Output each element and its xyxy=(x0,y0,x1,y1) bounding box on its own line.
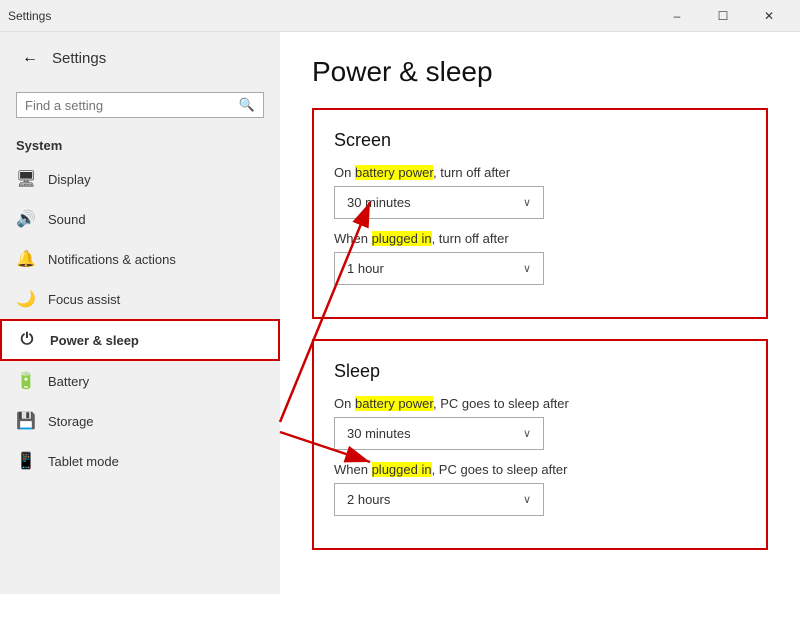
sidebar-item-label: Power & sleep xyxy=(50,333,139,348)
display-icon: 🖥 xyxy=(16,169,34,189)
battery-power-highlight: battery power xyxy=(355,165,433,180)
sidebar-section-label: System xyxy=(0,126,280,159)
screen-battery-dropdown[interactable]: 30 minutes ∨ xyxy=(334,186,544,219)
sidebar-item-tablet[interactable]: 📱 Tablet mode xyxy=(0,441,280,481)
chevron-down-icon: ∨ xyxy=(523,262,531,275)
screen-battery-row: On battery power, turn off after 30 minu… xyxy=(334,165,746,219)
close-button[interactable]: ✕ xyxy=(746,0,792,32)
sidebar-item-battery[interactable]: 🔋 Battery xyxy=(0,361,280,401)
maximize-button[interactable]: ☐ xyxy=(700,0,746,32)
sidebar-header: ← Settings xyxy=(0,32,280,84)
sidebar: ← Settings 🔍 System 🖥 Display 🔊 Sound 🔔 … xyxy=(0,32,280,594)
screen-section: Screen On battery power, turn off after … xyxy=(312,108,768,319)
power-icon: ⏻ xyxy=(18,331,36,349)
sidebar-item-label: Focus assist xyxy=(48,292,120,307)
sidebar-item-label: Tablet mode xyxy=(48,454,119,469)
notifications-icon: 🔔 xyxy=(16,249,34,269)
storage-icon: 💾 xyxy=(16,411,34,431)
screen-plugged-label: When plugged in, turn off after xyxy=(334,231,746,246)
sleep-battery-row: On battery power, PC goes to sleep after… xyxy=(334,396,746,450)
sidebar-app-title: Settings xyxy=(52,50,106,67)
title-bar: Settings – ☐ ✕ xyxy=(0,0,800,32)
sidebar-item-focus[interactable]: 🌙 Focus assist xyxy=(0,279,280,319)
page-title: Power & sleep xyxy=(312,56,768,88)
chevron-down-icon: ∨ xyxy=(523,196,531,209)
screen-plugged-row: When plugged in, turn off after 1 hour ∨ xyxy=(334,231,746,285)
sidebar-item-label: Notifications & actions xyxy=(48,252,176,267)
sleep-plugged-dropdown[interactable]: 2 hours ∨ xyxy=(334,483,544,516)
minimize-button[interactable]: – xyxy=(654,0,700,32)
search-box[interactable]: 🔍 xyxy=(16,92,264,118)
window-controls: – ☐ ✕ xyxy=(654,0,792,32)
chevron-down-icon: ∨ xyxy=(523,427,531,440)
sleep-battery-label: On battery power, PC goes to sleep after xyxy=(334,396,746,411)
sidebar-item-label: Battery xyxy=(48,374,89,389)
screen-heading: Screen xyxy=(334,130,746,151)
sidebar-item-label: Sound xyxy=(48,212,86,227)
title-bar-label: Settings xyxy=(8,9,51,23)
sound-icon: 🔊 xyxy=(16,209,34,229)
back-button[interactable]: ← xyxy=(16,44,44,72)
sleep-plugged-value: 2 hours xyxy=(347,492,390,507)
screen-plugged-dropdown[interactable]: 1 hour ∨ xyxy=(334,252,544,285)
sleep-battery-value: 30 minutes xyxy=(347,426,411,441)
sleep-heading: Sleep xyxy=(334,361,746,382)
battery-icon: 🔋 xyxy=(16,371,34,391)
content-area: Power & sleep Screen On battery power, t… xyxy=(280,32,800,594)
sidebar-item-label: Display xyxy=(48,172,91,187)
chevron-down-icon: ∨ xyxy=(523,493,531,506)
search-input[interactable] xyxy=(25,98,233,113)
sidebar-item-notifications[interactable]: 🔔 Notifications & actions xyxy=(0,239,280,279)
tablet-icon: 📱 xyxy=(16,451,34,471)
screen-plugged-value: 1 hour xyxy=(347,261,384,276)
sleep-plugged-row: When plugged in, PC goes to sleep after … xyxy=(334,462,746,516)
plugged-in-highlight: plugged in xyxy=(372,231,432,246)
sidebar-item-label: Storage xyxy=(48,414,94,429)
screen-battery-label: On battery power, turn off after xyxy=(334,165,746,180)
sidebar-item-display[interactable]: 🖥 Display xyxy=(0,159,280,199)
sidebar-item-sound[interactable]: 🔊 Sound xyxy=(0,199,280,239)
sleep-section: Sleep On battery power, PC goes to sleep… xyxy=(312,339,768,550)
sleep-plugged-label: When plugged in, PC goes to sleep after xyxy=(334,462,746,477)
sleep-plugged-highlight: plugged in xyxy=(372,462,432,477)
sleep-battery-highlight: battery power xyxy=(355,396,433,411)
sidebar-item-storage[interactable]: 💾 Storage xyxy=(0,401,280,441)
search-icon: 🔍 xyxy=(239,97,255,113)
sidebar-item-power[interactable]: ⏻ Power & sleep xyxy=(0,319,280,361)
sleep-battery-dropdown[interactable]: 30 minutes ∨ xyxy=(334,417,544,450)
focus-icon: 🌙 xyxy=(16,289,34,309)
screen-battery-value: 30 minutes xyxy=(347,195,411,210)
